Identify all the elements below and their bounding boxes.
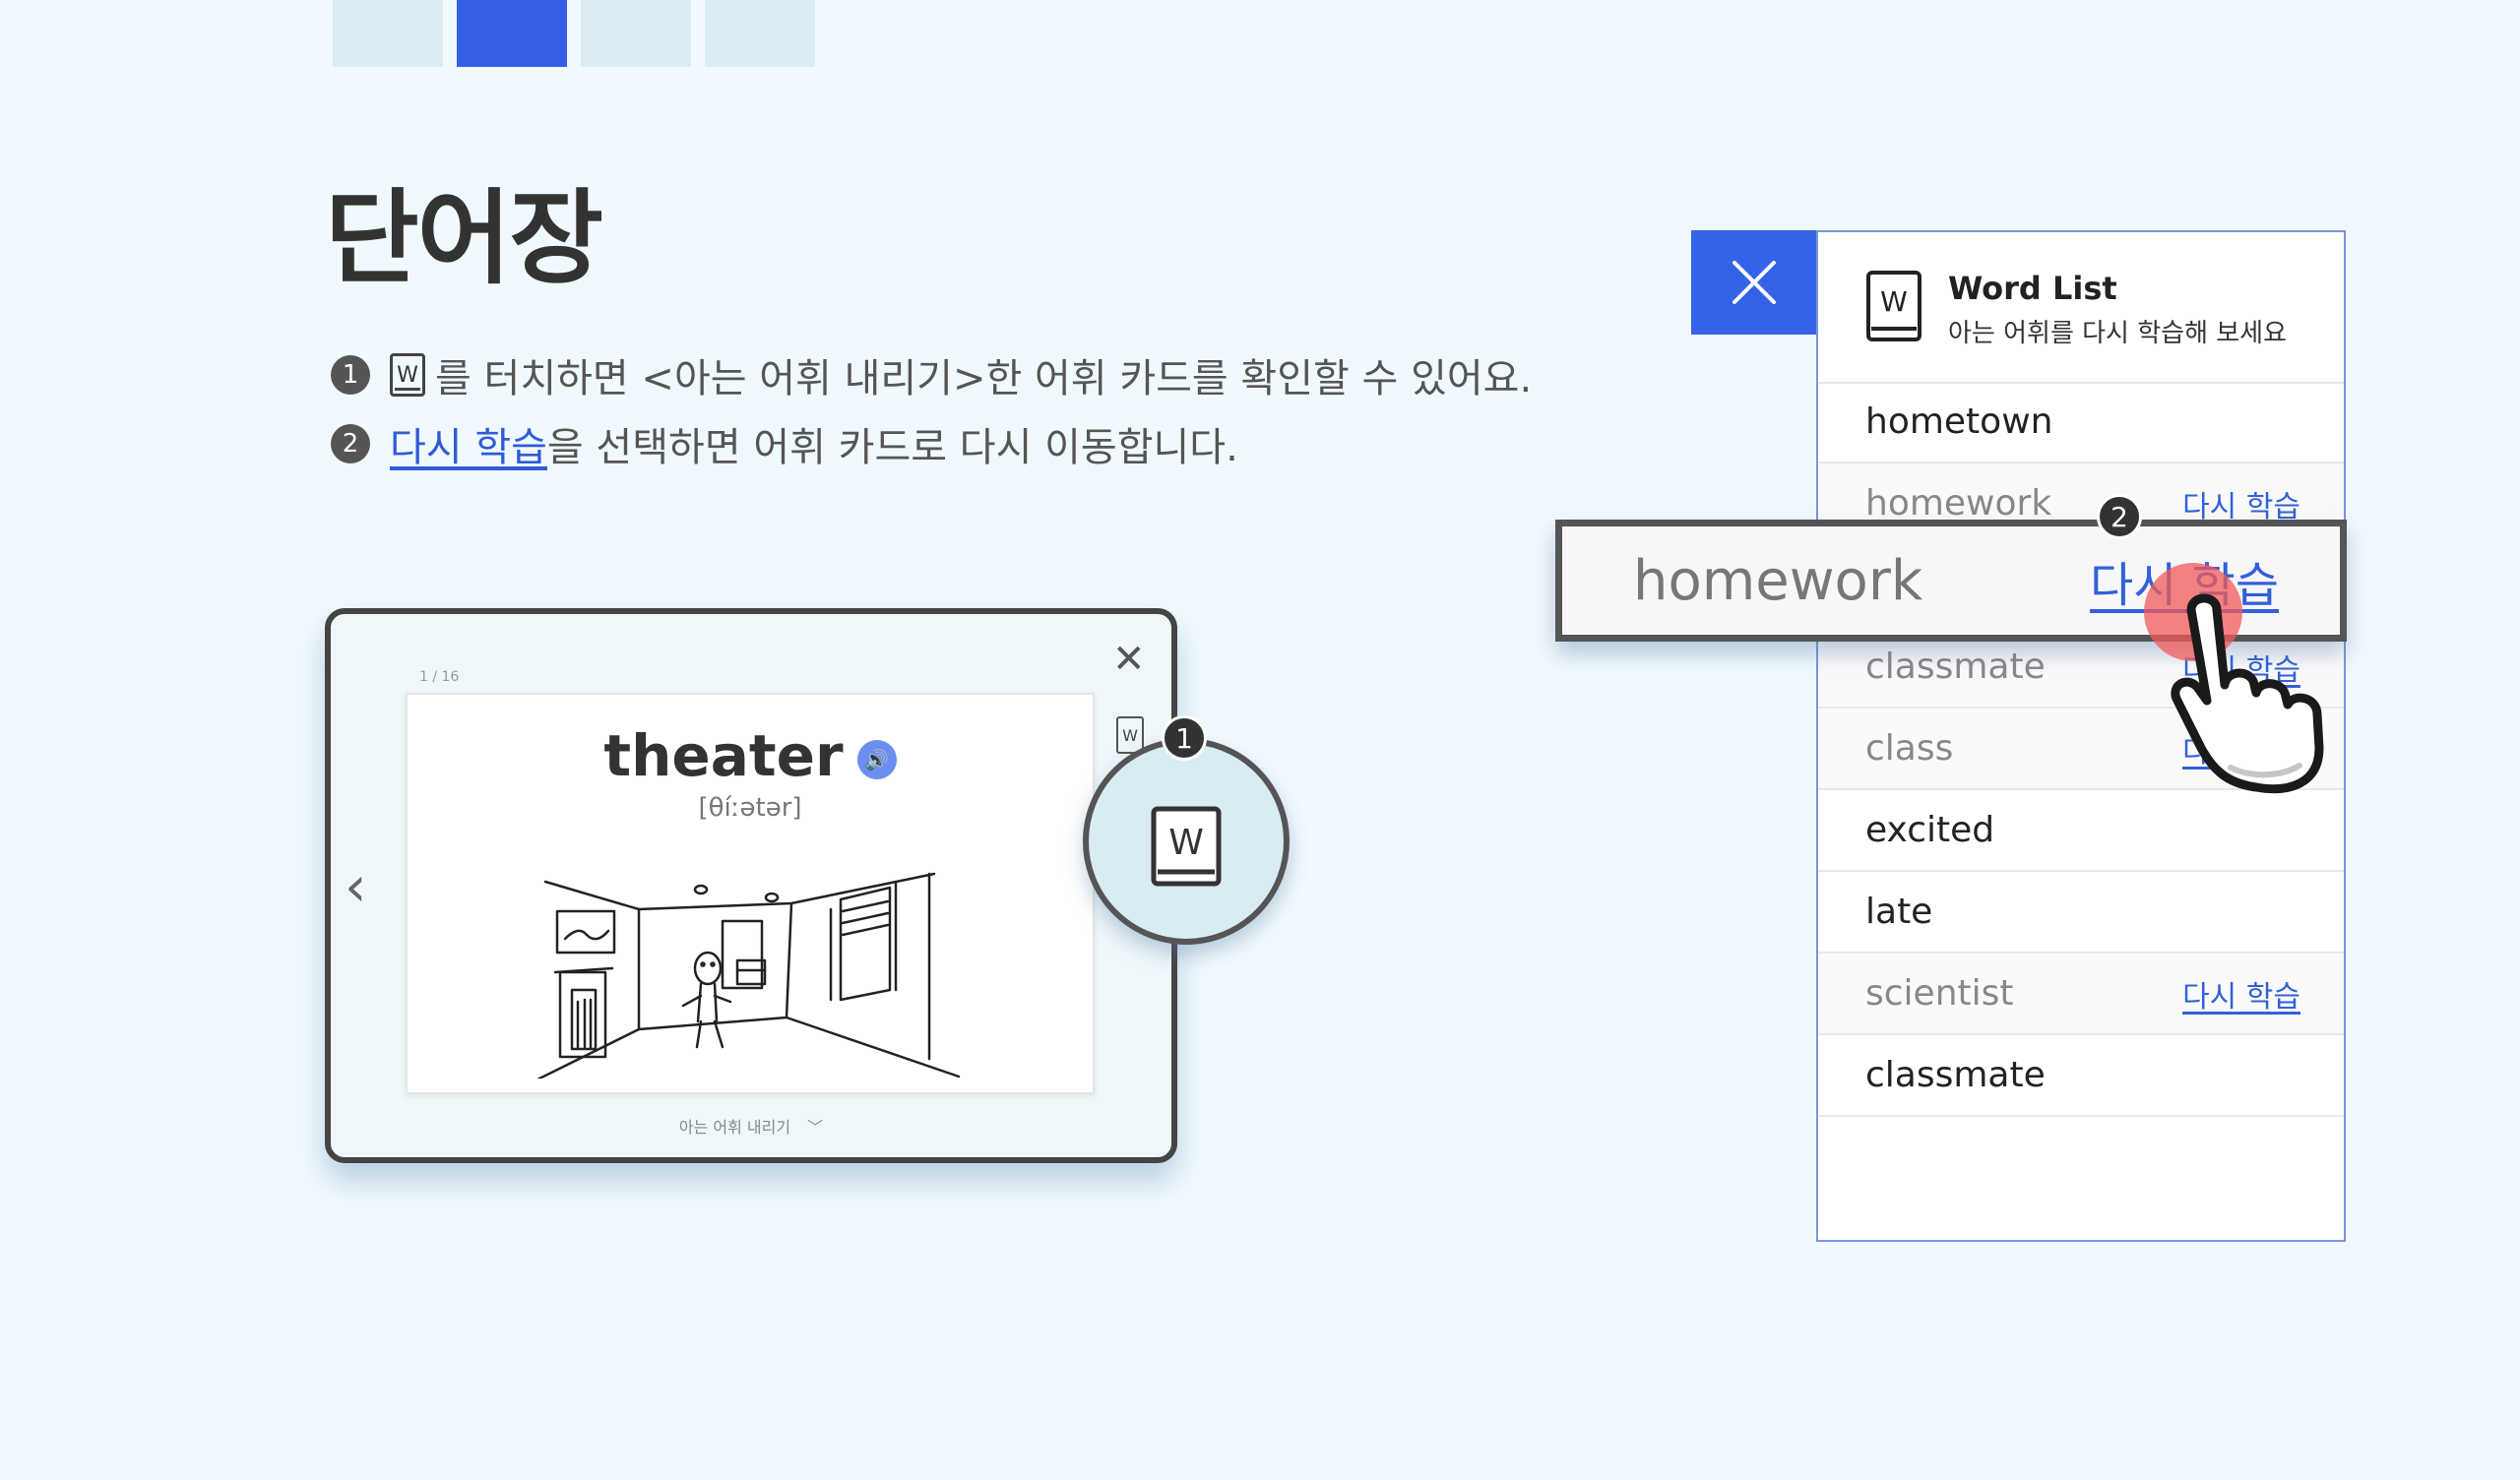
- list-item-word: hometown: [1865, 401, 2053, 442]
- relearn-button[interactable]: 다시 학습: [2182, 972, 2300, 1016]
- close-icon[interactable]: ✕: [1112, 640, 1146, 679]
- card-word: theater: [603, 722, 844, 789]
- page-indicator-3[interactable]: [581, 0, 691, 67]
- list-item[interactable]: scientist 다시 학습: [1818, 954, 2344, 1035]
- speaker-icon[interactable]: 🔊: [856, 739, 897, 779]
- word-list-icon: W: [390, 353, 425, 397]
- instruction-1: 1 W 를 터치하면 <아는 어휘 내리기>한 어휘 카드를 확인할 수 있어요…: [331, 346, 1532, 403]
- callout-badge-1: 1: [1162, 715, 1207, 761]
- callout-badge-2: 2: [2097, 494, 2142, 539]
- page-indicator-2[interactable]: [457, 0, 567, 67]
- panel-subtitle: 아는 어휘를 다시 학습해 보세요: [1948, 319, 2288, 348]
- step-number: 2: [331, 424, 370, 463]
- page-title: 단어장: [325, 178, 603, 298]
- step-number: 1: [331, 355, 370, 395]
- vocab-card: theater 🔊 [θíːətər]: [406, 693, 1095, 1094]
- card-counter: 1 / 16: [419, 669, 460, 685]
- word-list-button-zoom: W: [1083, 738, 1290, 945]
- list-item-word: classmate: [1865, 647, 2046, 687]
- list-item[interactable]: hometown: [1818, 382, 2344, 463]
- word-list-icon: W: [1866, 271, 1922, 341]
- word-list-icon: W: [1151, 806, 1222, 887]
- instruction-2: 2 다시 학습 을 선택하면 어휘 카드로 다시 이동합니다.: [331, 415, 1238, 472]
- list-item[interactable]: classmate: [1818, 1035, 2344, 1117]
- pronunciation: [θíːətər]: [698, 793, 802, 823]
- list-item-word: late: [1865, 892, 1933, 932]
- instruction-text: 을 선택하면 어휘 카드로 다시 이동합니다.: [546, 425, 1238, 470]
- panel-header: W Word List 아는 어휘를 다시 학습해 보세요: [1818, 232, 2344, 384]
- svg-text:W: W: [1880, 285, 1908, 318]
- zoom-word: homework: [1633, 548, 1923, 613]
- list-item-word: classmate: [1865, 1055, 2046, 1095]
- card-word-row: theater 🔊: [408, 722, 1093, 789]
- theater-illustration: [536, 872, 961, 1079]
- chevron-left-icon[interactable]: ‹: [345, 860, 366, 915]
- dismiss-label: 아는 어휘 내리기: [678, 1118, 791, 1137]
- chevron-down-icon: ﹀: [807, 1118, 824, 1137]
- svg-text:W: W: [1168, 823, 1204, 863]
- relearn-link-example: 다시 학습: [390, 425, 547, 470]
- list-item[interactable]: late: [1818, 872, 2344, 954]
- close-button[interactable]: [1691, 230, 1817, 335]
- page-indicator-4[interactable]: [705, 0, 815, 67]
- list-item-word: scientist: [1865, 973, 2014, 1014]
- dismiss-known-word[interactable]: 아는 어휘 내리기 ﹀: [331, 1114, 1171, 1138]
- instruction-text: 를 터치하면 <아는 어휘 내리기>한 어휘 카드를 확인할 수 있어요.: [435, 356, 1533, 401]
- hand-pointer-icon: [2171, 593, 2324, 794]
- list-item-word: excited: [1865, 810, 1995, 850]
- close-icon: [1732, 261, 1776, 304]
- page-indicator-1[interactable]: [333, 0, 443, 67]
- flashcard-screen: 1 / 16 ✕ ‹ W theater 🔊 [θíːətər] 아는 어휘 내…: [325, 608, 1177, 1163]
- list-item-word: class: [1865, 728, 1954, 769]
- list-item[interactable]: excited: [1818, 790, 2344, 872]
- panel-title: Word List: [1948, 270, 2117, 307]
- list-item-word: homework: [1865, 483, 2052, 524]
- relearn-button[interactable]: 다시 학습: [2182, 482, 2300, 525]
